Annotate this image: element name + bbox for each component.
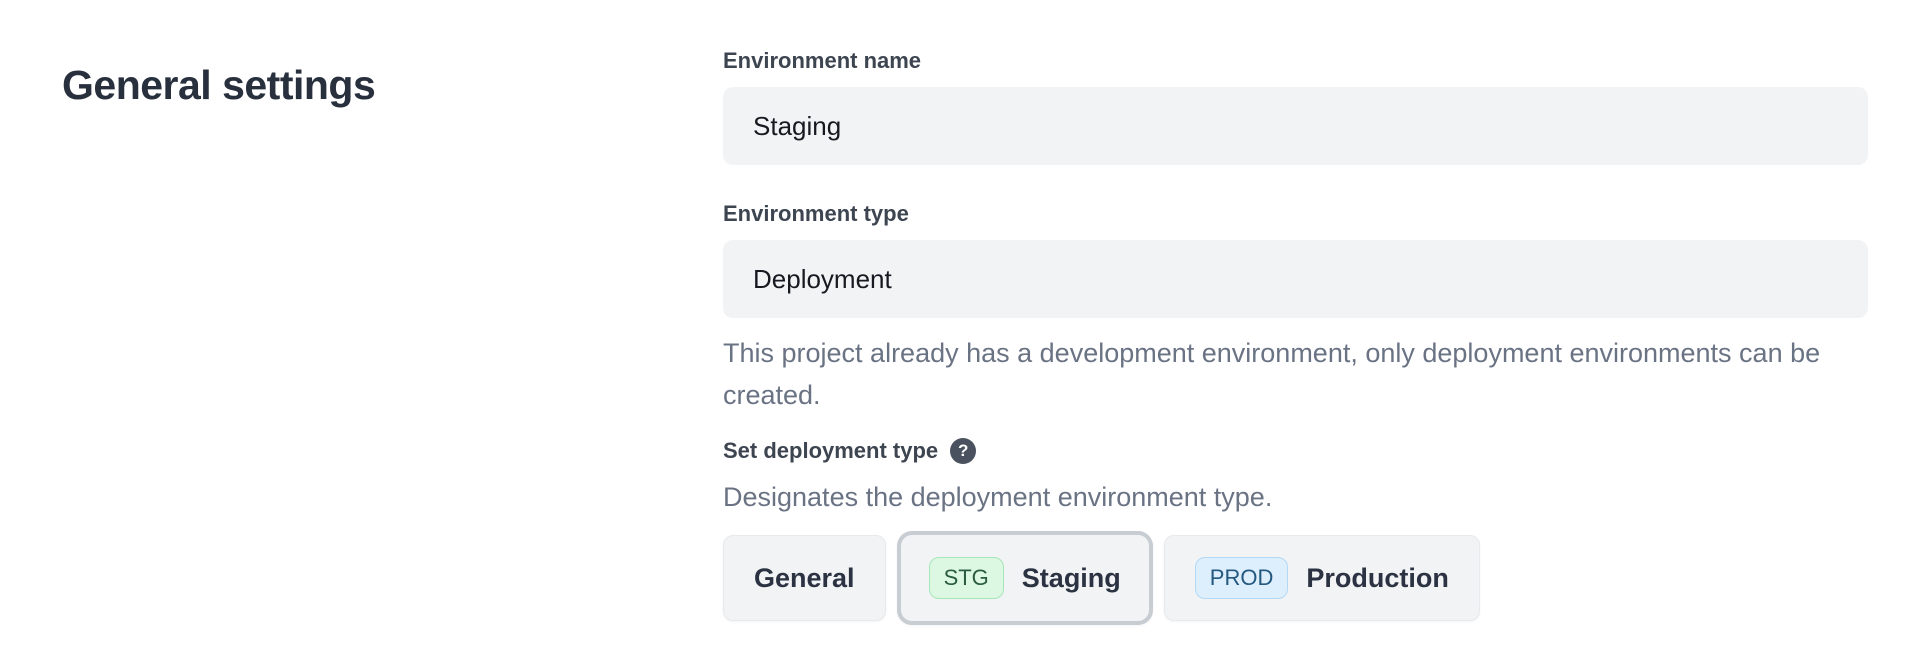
deployment-type-option-general[interactable]: General <box>723 535 886 621</box>
deployment-type-option-staging[interactable]: STG Staging <box>897 531 1153 625</box>
environment-name-label: Environment name <box>723 50 1868 72</box>
option-general-label: General <box>754 563 855 594</box>
environment-type-help-text: This project already has a development e… <box>723 332 1823 416</box>
deployment-type-options: General STG Staging PROD Production <box>723 531 1868 625</box>
staging-badge: STG <box>929 557 1004 599</box>
general-settings-page: General settings Environment name Enviro… <box>0 0 1916 652</box>
environment-type-input[interactable] <box>723 240 1868 318</box>
deployment-type-option-production[interactable]: PROD Production <box>1164 535 1480 621</box>
option-staging-label: Staging <box>1022 563 1121 594</box>
production-badge: PROD <box>1195 557 1289 599</box>
page-title: General settings <box>62 63 375 108</box>
environment-type-label: Environment type <box>723 203 1868 225</box>
option-production-label: Production <box>1306 563 1449 594</box>
environment-name-input[interactable] <box>723 87 1868 165</box>
question-mark-icon[interactable]: ? <box>950 438 976 464</box>
set-deployment-type-label: Set deployment type <box>723 440 938 462</box>
deployment-type-description: Designates the deployment environment ty… <box>723 480 1868 514</box>
settings-form: Environment name Environment type This p… <box>723 50 1868 625</box>
deployment-type-label-row: Set deployment type ? <box>723 438 1868 464</box>
